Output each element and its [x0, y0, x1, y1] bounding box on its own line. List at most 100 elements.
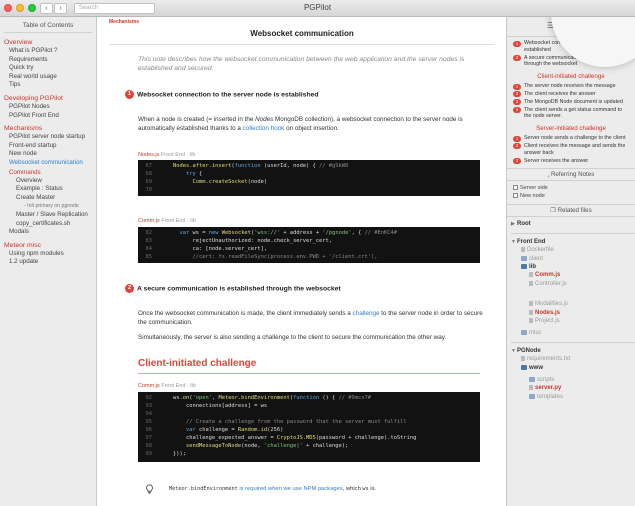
toc-item[interactable]: Create Master [0, 194, 96, 203]
tree-label: Root [517, 221, 531, 228]
outline-text: The server node receives the message [524, 83, 616, 90]
tree-node[interactable]: Modalities.js [511, 300, 635, 308]
tip-link[interactable]: is required when we use [238, 486, 304, 492]
outline-text: Server node sends a challenge to the cli… [524, 135, 626, 142]
outline-item[interactable]: 3 Server receives the answer [507, 158, 635, 165]
file-icon [529, 272, 533, 278]
collection-hook-link[interactable]: collection hook [243, 125, 285, 132]
step-number-badge: 2 [125, 284, 134, 293]
file-name[interactable]: Comm.js [138, 218, 160, 224]
note-icon [513, 185, 518, 191]
toc-item[interactable]: Modals [0, 228, 96, 237]
outline-item[interactable]: 3 The MongoDB Node document is updated [507, 99, 635, 106]
line-number: 99 [145, 451, 153, 457]
file-icon [529, 301, 533, 307]
toc-item[interactable]: Master / Slave Replication [0, 211, 96, 220]
document-view: Mechanisms Websocket communication This … [97, 17, 507, 506]
file-icon [529, 317, 533, 323]
tree-node[interactable]: Controller.js [511, 280, 635, 288]
toc-item[interactable]: Quick try [0, 64, 96, 73]
tree-node[interactable]: requirements.txt [511, 355, 635, 363]
file-name[interactable]: Comm.js [138, 383, 160, 389]
code-file-label[interactable]: Comm.js Front End · lib [138, 218, 196, 224]
tree-node[interactable]: www [511, 364, 635, 372]
file-icon [529, 280, 533, 286]
file-tree: ▶ Root ▼Front End Dockerfile client lib C… [507, 220, 635, 401]
tree-node[interactable]: Nodes.js [511, 309, 635, 317]
outline-text: Server receives the answer [524, 157, 589, 164]
outline-item[interactable]: 2 The client receives the answer [507, 91, 635, 98]
outline-item[interactable]: 1 The server node receives the message [507, 83, 635, 90]
folder-icon [521, 330, 527, 336]
tree-label: scripts [537, 377, 555, 384]
code-block: 82 var ws = new Websocket('wss://' + add… [138, 227, 480, 263]
toc-item[interactable]: - Init primary on pgnode [0, 202, 96, 211]
toc-item[interactable]: Example : Status [0, 185, 96, 194]
toc-section-developing[interactable]: Developing PGPilot [0, 94, 96, 103]
tree-node[interactable]: templates [511, 393, 635, 401]
referring-note-label: Server side [520, 185, 548, 192]
related-files-header[interactable]: ❐ Related files [507, 204, 635, 218]
toc-item[interactable]: PGPilot Nodes [0, 103, 96, 112]
tree-label: PGNode [517, 347, 541, 354]
tree-label: Modalities.js [535, 301, 569, 308]
tree-node[interactable]: Project.js [511, 317, 635, 325]
tree-node[interactable]: scripts [511, 376, 635, 384]
toc-item[interactable]: PGPilot server node startup [0, 133, 96, 142]
challenge-link[interactable]: challenge [353, 310, 380, 317]
step-number-badge: 3 [513, 99, 521, 106]
tree-node[interactable]: ▼PGNode [511, 347, 635, 355]
toc-subsection-commands[interactable]: Commands [0, 168, 96, 177]
outline-item[interactable]: 4 The client sends a get status command t… [507, 107, 635, 121]
outline-item[interactable]: 1 Server node sends a challenge to the cl… [507, 135, 635, 142]
referring-note-item[interactable]: New node [507, 192, 635, 200]
line-number: 96 [145, 427, 153, 433]
note-icon [513, 193, 518, 199]
toc-item[interactable]: Using npm modules [0, 250, 96, 259]
toc-item[interactable]: Real world usage [0, 73, 96, 82]
outline-item[interactable]: 2 Client receives the message and sends t… [507, 143, 635, 157]
referring-notes-header[interactable]: ⁁ Referring Notes [507, 168, 635, 182]
file-icon [529, 385, 533, 391]
line-number: 82 [145, 230, 153, 236]
outline-heading[interactable]: Client-initiated challenge [507, 73, 635, 80]
text: is. [368, 486, 377, 492]
tree-node[interactable]: ▶ Root [511, 220, 635, 228]
link-icon: ⁁ [547, 171, 550, 179]
tree-node[interactable]: ▼Front End [511, 238, 635, 246]
toc-item[interactable]: 1.2 update [0, 258, 96, 267]
step-heading: 1 Websocket connection to the server node… [125, 90, 319, 99]
toc-item-active[interactable]: Websocket communication [0, 159, 96, 168]
tree-node[interactable]: Dockerfile [511, 246, 635, 254]
toc-section-mechanisms[interactable]: Mechanisms [0, 124, 96, 133]
code-file-label[interactable]: Comm.js Front End · lib [138, 383, 196, 389]
outline-text: The client receives the answer [524, 90, 596, 97]
code-file-label[interactable]: Nodes.js Front End · lib [138, 152, 195, 158]
file-name[interactable]: Nodes.js [138, 152, 159, 158]
toc-section-overview[interactable]: Overview [0, 38, 96, 47]
tree-node[interactable]: misc [511, 329, 635, 337]
outline-heading[interactable]: Server-initiated challenge [507, 125, 635, 132]
toc-item[interactable]: Tips [0, 81, 96, 90]
divider [511, 232, 635, 234]
toc-item[interactable]: Front-end startup [0, 142, 96, 151]
toc-item[interactable]: New node [0, 150, 96, 159]
toc-item[interactable]: copy_certificates.sh [0, 220, 96, 229]
folder-icon [521, 364, 527, 370]
toc-item[interactable]: What is PGPilot ? [0, 47, 96, 56]
npm-packages-link[interactable]: NPM packages [303, 486, 342, 492]
panel-title: Referring Notes [550, 171, 595, 179]
tree-node[interactable]: Comm.js [511, 271, 635, 279]
folder-icon [529, 376, 535, 382]
tree-node[interactable]: client [511, 255, 635, 263]
toc-item[interactable]: PGPilot Front End [0, 112, 96, 121]
intro-text: This note describes how the websocket co… [138, 56, 465, 72]
referring-note-item[interactable]: Server side [507, 184, 635, 192]
tree-node[interactable]: server.py [511, 384, 635, 392]
tree-node[interactable]: lib [511, 263, 635, 271]
file-icon [529, 309, 533, 315]
toc-item[interactable]: Requirements [0, 56, 96, 65]
breadcrumb[interactable]: Mechanisms [109, 19, 139, 25]
toc-section-meteor[interactable]: Meteor misc [0, 241, 96, 250]
toc-item[interactable]: Overview [0, 177, 96, 186]
